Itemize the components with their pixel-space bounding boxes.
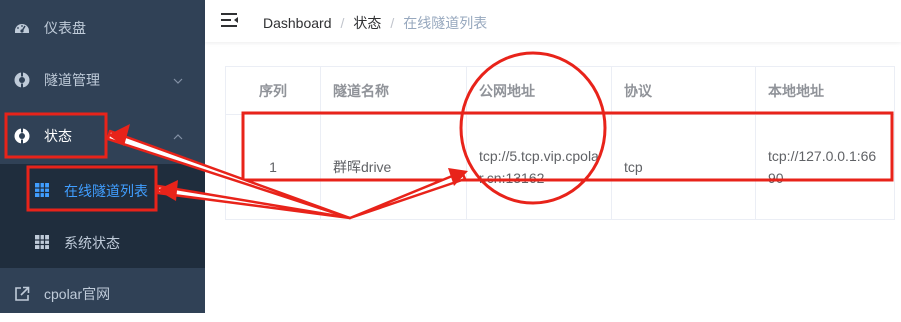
sidebar-item-dashboard[interactable]: 仪表盘 [0,0,205,56]
sidebar-item-label: 仪表盘 [44,20,86,36]
sidebar-item-status[interactable]: 状态 [0,108,205,164]
status-icon [14,128,30,144]
table-cell-local-address: tcp://127.0.0.1:6690 [768,148,877,186]
table-header: 序列 隧道名称 公网地址 协议 本地地址 [226,67,894,115]
sidebar-subitem-online-tunnels[interactable]: 在线隧道列表 [0,164,205,216]
external-link-icon [14,286,30,302]
breadcrumb-item-status[interactable]: 状态 [353,15,381,31]
sidebar-subitem-system-status[interactable]: 系统状态 [0,216,205,268]
breadcrumb-item-current: 在线隧道列表 [403,15,488,31]
column-header: 协议 [612,67,756,114]
sidebar-item-cpolar-website[interactable]: cpolar官网 [0,266,205,322]
breadcrumb: Dashboard / 状态 / 在线隧道列表 [263,13,487,33]
sidebar-item-label: cpolar官网 [44,286,111,302]
tunnel-icon [14,72,30,88]
table-cell-public-url: tcp://5.tcp.vip.cpolar.cn:13162 [467,115,612,219]
sidebar-item-label: 隧道管理 [44,72,100,88]
tunnel-table: 序列 隧道名称 公网地址 协议 本地地址 1 群晖drive tcp://5.t… [225,66,895,220]
hamburger-icon[interactable] [221,12,239,28]
grid-icon [34,182,50,198]
breadcrumb-separator: / [390,15,395,31]
breadcrumb-item-dashboard[interactable]: Dashboard [263,15,332,31]
column-header: 序列 [226,67,321,114]
column-header: 隧道名称 [321,67,467,114]
breadcrumb-separator: / [340,15,345,31]
sidebar-subitem-label: 系统状态 [64,235,120,251]
table-cell-name: 群晖drive [321,115,467,219]
column-header: 公网地址 [467,67,612,114]
sidebar: 仪表盘 隧道管理 状态 在线隧道列表 系统状态 cpolar官网 [0,0,205,313]
sidebar-item-tunnel-management[interactable]: 隧道管理 [0,52,205,108]
chevron-down-icon [172,74,184,86]
chevron-up-icon [172,130,184,142]
table-cell-index: 1 [226,115,321,219]
table-row: 1 群晖drive tcp://5.tcp.vip.cpolar.cn:1316… [226,115,894,220]
grid-icon [34,234,50,250]
sidebar-subitem-label: 在线隧道列表 [64,183,148,199]
dashboard-icon [14,20,30,36]
table-cell-protocol: tcp [612,115,756,219]
navbar: Dashboard / 状态 / 在线隧道列表 [205,0,901,42]
sidebar-item-label: 状态 [44,128,72,144]
column-header: 本地地址 [768,82,824,99]
